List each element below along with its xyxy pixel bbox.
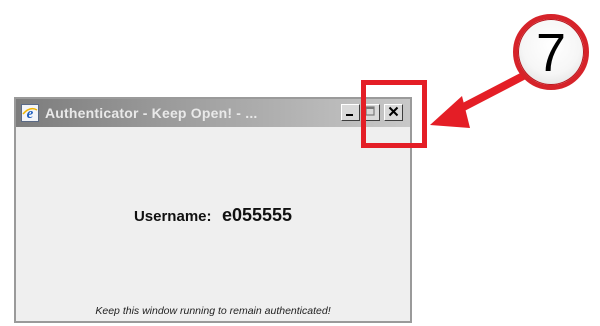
title-bar[interactable]: e Authenticator - Keep Open! - ...	[16, 99, 410, 127]
step-number: 7	[535, 23, 567, 83]
authenticator-window: e Authenticator - Keep Open! - ... Usern…	[14, 97, 412, 323]
internet-explorer-icon: e	[21, 104, 39, 122]
username-value: e055555	[221, 205, 293, 225]
keep-open-note: Keep this window running to remain authe…	[95, 305, 331, 317]
username-label: Username:	[133, 208, 212, 225]
window-title: Authenticator - Keep Open! - ...	[45, 105, 258, 121]
step-number-badge: 7	[513, 14, 589, 90]
close-button-highlight	[361, 80, 427, 148]
username-row: Username: e055555	[16, 205, 410, 226]
screenshot-stage: e Authenticator - Keep Open! - ... Usern…	[0, 0, 600, 326]
minimize-icon	[345, 104, 356, 122]
minimize-button[interactable]	[341, 104, 360, 121]
window-content: Username: e055555 Keep this window runni…	[16, 127, 410, 321]
